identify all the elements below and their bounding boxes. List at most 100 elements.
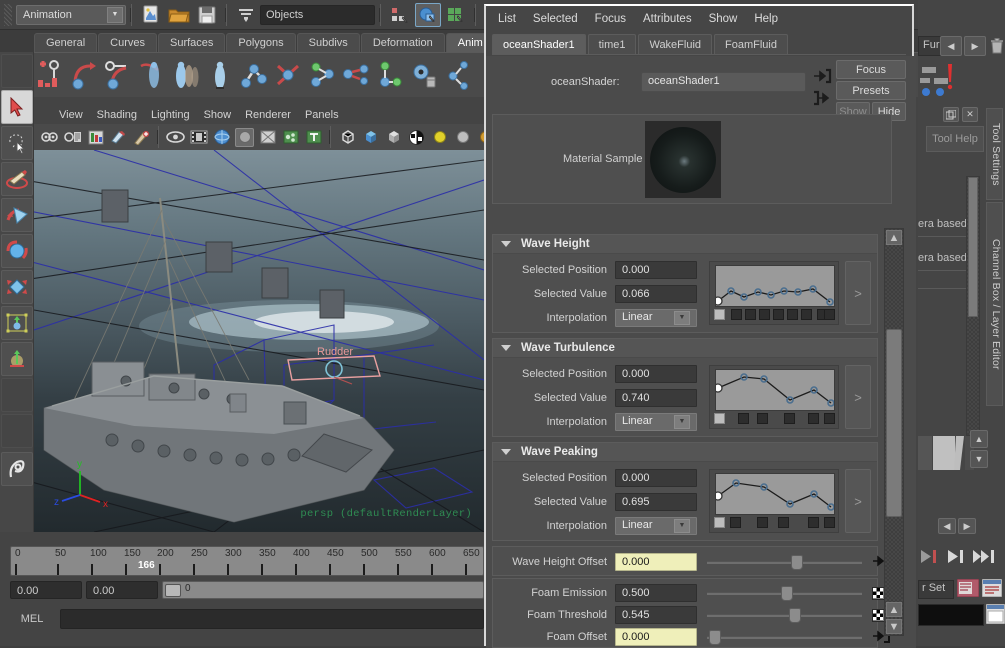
universal-manipulator-icon[interactable]: [1, 306, 33, 340]
interpolation-dropdown[interactable]: Linear ▼: [615, 517, 697, 535]
ae-menu-focus[interactable]: Focus: [595, 13, 626, 25]
two-d-pan-zoom-icon[interactable]: [109, 128, 128, 147]
ramp-marker[interactable]: [778, 517, 789, 528]
skeleton-icon[interactable]: [204, 57, 236, 93]
joint-tool-icon[interactable]: [238, 57, 270, 93]
playback-range-bar[interactable]: 0: [162, 581, 484, 599]
selected-value-field[interactable]: 0.066: [615, 285, 697, 303]
shaded-cube-icon[interactable]: [361, 128, 380, 147]
select-by-object-icon[interactable]: [415, 3, 441, 27]
ramp-graph-wave-turbulence[interactable]: [715, 369, 835, 411]
ramp-marker[interactable]: [773, 309, 784, 320]
open-scene-icon[interactable]: [166, 3, 192, 27]
viewport-menu-lighting[interactable]: Lighting: [151, 109, 190, 121]
viewport-menu-shading[interactable]: Shading: [97, 109, 137, 121]
selected-position-field[interactable]: 0.000: [615, 365, 697, 383]
mirror-joint-icon[interactable]: [306, 57, 338, 93]
select-by-hierarchy-icon[interactable]: [387, 3, 413, 27]
foam-threshold-field[interactable]: 0.545: [615, 606, 697, 624]
material-sample-swatch[interactable]: [645, 121, 721, 198]
shelf-tab-subdivs[interactable]: Subdivs: [297, 33, 360, 52]
scroll-up-icon[interactable]: ▲: [886, 230, 902, 245]
new-scene-icon[interactable]: [138, 3, 164, 27]
ramp-marker[interactable]: [730, 517, 741, 528]
ramp-widget-wave-peaking[interactable]: [709, 469, 839, 533]
scale-tool-icon[interactable]: [1, 270, 33, 304]
time-slider[interactable]: 0 50 100 150 200 250 300 350 400 450 500…: [10, 546, 484, 576]
ramp-marker[interactable]: [801, 309, 812, 320]
shelf-tab-deformation[interactable]: Deformation: [361, 33, 445, 52]
interpolation-dropdown[interactable]: Linear ▼: [615, 309, 697, 327]
textured-cube-icon[interactable]: [384, 128, 403, 147]
remove-joint-icon[interactable]: [408, 57, 440, 93]
vertical-tab-tool-settings[interactable]: Tool Settings: [986, 108, 1003, 200]
viewport-menu-renderer[interactable]: Renderer: [245, 109, 291, 121]
wave-height-offset-slider[interactable]: [707, 553, 862, 571]
paint-selection-tool-icon[interactable]: [1, 162, 33, 196]
ramp-marker[interactable]: [824, 413, 835, 424]
right-panel-scroll-thumb[interactable]: [968, 177, 978, 317]
presets-button[interactable]: Presets: [836, 81, 906, 100]
script-editor-icon[interactable]: [986, 604, 1005, 627]
scroll-down-icon[interactable]: ▼: [970, 450, 988, 468]
ae-menu-attributes[interactable]: Attributes: [643, 13, 692, 25]
chevron-down-icon[interactable]: ▼: [674, 415, 690, 429]
animation-preferences-icon[interactable]: [982, 579, 1002, 600]
ramp-marker[interactable]: [808, 517, 819, 528]
select-tool-icon[interactable]: [1, 90, 33, 124]
ae-tab-time1[interactable]: time1: [588, 34, 637, 54]
foam-offset-field[interactable]: 0.000: [615, 628, 697, 646]
collapse-triangle-icon[interactable]: [501, 345, 511, 351]
grease-pencil-icon[interactable]: [132, 128, 151, 147]
ramp-marker[interactable]: [745, 309, 756, 320]
chevron-down-icon[interactable]: ▼: [107, 7, 123, 23]
ramp-marker[interactable]: [714, 413, 725, 424]
set-key-icon[interactable]: [34, 57, 66, 93]
ik-handle-icon[interactable]: [68, 57, 100, 93]
range-end-field[interactable]: 0.00: [86, 581, 158, 599]
selected-position-field[interactable]: 0.000: [615, 469, 697, 487]
section-header-wave-turbulence[interactable]: Wave Turbulence: [493, 339, 877, 358]
scroll-up-icon[interactable]: ▲: [970, 430, 988, 448]
move-tool-icon[interactable]: [1, 198, 33, 232]
foam-emission-slider[interactable]: [707, 584, 862, 602]
section-header-wave-peaking[interactable]: Wave Peaking: [493, 443, 877, 462]
text-overlay-icon[interactable]: [304, 128, 323, 147]
checker-shading-icon[interactable]: [407, 128, 426, 147]
ae-menu-selected[interactable]: Selected: [533, 13, 578, 25]
perspective-viewport[interactable]: y x z Rudder persp (defaultRenderLayer): [34, 150, 484, 532]
next-arrow-icon[interactable]: ▶: [964, 36, 986, 56]
prev-arrow-icon[interactable]: ◀: [940, 36, 962, 56]
command-line-mode-label[interactable]: MEL: [10, 613, 54, 625]
ramp-marker[interactable]: [824, 309, 835, 320]
ramp-marker[interactable]: [714, 517, 725, 528]
ramp-marker[interactable]: [714, 309, 725, 320]
viewport-menu-view[interactable]: View: [59, 109, 83, 121]
viewport-menu-panels[interactable]: Panels: [305, 109, 339, 121]
save-scene-icon[interactable]: [194, 3, 220, 27]
ramp-expand-button-wave-height[interactable]: >: [845, 261, 871, 325]
page-prev-icon[interactable]: ◀: [938, 518, 956, 534]
delete-icon[interactable]: [988, 36, 1005, 56]
ae-tab-oceanshader1[interactable]: oceanShader1: [492, 34, 586, 54]
ramp-marker[interactable]: [731, 309, 742, 320]
input-connection-icon[interactable]: [812, 68, 832, 84]
show-manipulator-tool-icon[interactable]: [1, 452, 33, 486]
connect-joint-icon[interactable]: [340, 57, 372, 93]
hardware-texturing-icon[interactable]: [212, 128, 231, 147]
vertical-tab-channel-box[interactable]: Channel Box / Layer Editor: [986, 202, 1003, 406]
ramp-expand-button-wave-turbulence[interactable]: >: [845, 365, 871, 429]
collapse-triangle-icon[interactable]: [501, 449, 511, 455]
ae-menu-show[interactable]: Show: [709, 13, 738, 25]
chevron-down-icon[interactable]: ▼: [674, 519, 690, 533]
lasso-tool-icon[interactable]: [1, 126, 33, 160]
ae-tab-wakefluid[interactable]: WakeFluid: [638, 34, 712, 54]
chevron-down-icon[interactable]: ▼: [674, 311, 690, 325]
go-to-end-icon[interactable]: [972, 549, 998, 567]
ramp-marker[interactable]: [738, 413, 749, 424]
range-start-field[interactable]: 0.00: [10, 581, 82, 599]
menu-set-selector[interactable]: Animation ▼: [16, 5, 126, 25]
toolbar-drag-handle[interactable]: [4, 4, 12, 26]
node-name-field[interactable]: oceanShader1: [641, 72, 806, 92]
light-yellow-icon[interactable]: [430, 128, 449, 147]
